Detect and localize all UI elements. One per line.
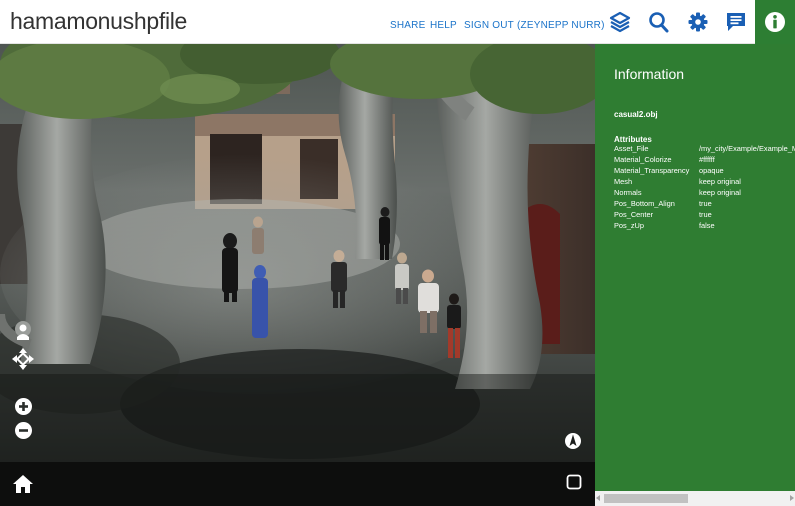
navigate-control[interactable] (11, 319, 35, 348)
attribute-key: Normals (614, 188, 642, 197)
scene-viewport[interactable] (0, 44, 595, 462)
move-control[interactable] (11, 347, 35, 376)
comments-button[interactable] (718, 0, 754, 44)
attribute-key: Material_Transparency (614, 166, 690, 175)
settings-button[interactable] (680, 0, 716, 44)
zoom-in-button[interactable] (14, 397, 33, 421)
navigate-icon (15, 321, 31, 340)
compass-button[interactable] (564, 432, 582, 455)
attribute-value: keep original (699, 177, 741, 186)
attribute-row: Material_Transparency opaque (614, 166, 795, 177)
attribute-value: /my_city/Example/Example_M (699, 144, 795, 153)
sign-out-link[interactable]: SIGN OUT (464, 20, 514, 31)
help-link[interactable]: HELP (430, 20, 457, 31)
gear-icon (688, 12, 708, 32)
attribute-value: true (699, 199, 712, 208)
horizontal-scrollbar[interactable] (595, 491, 795, 506)
zoom-out-button[interactable] (14, 421, 33, 445)
info-icon (765, 12, 785, 32)
person-figure (252, 216, 264, 254)
attribute-key: Asset_File (614, 144, 649, 153)
scene-view (0, 44, 595, 462)
attribute-key: Material_Colorize (614, 155, 672, 164)
scrollbar-thumb[interactable] (604, 494, 688, 503)
home-icon (13, 475, 33, 493)
share-link[interactable]: SHARE (390, 20, 425, 31)
fullscreen-icon (566, 474, 582, 490)
fullscreen-button[interactable] (566, 474, 582, 495)
attribute-value: #ffffff (699, 155, 715, 164)
move-icon (12, 348, 34, 370)
attribute-key: Pos_zUp (614, 221, 644, 230)
asset-name: casual2.obj (614, 110, 658, 119)
attribute-value: keep original (699, 188, 741, 197)
attribute-row: Normals keep original (614, 188, 795, 199)
bottom-toolbar (0, 462, 595, 506)
home-button[interactable] (12, 474, 34, 499)
attribute-value: true (699, 210, 712, 219)
layers-icon (609, 11, 631, 33)
attribute-row: Asset_File /my_city/Example/Example_M (614, 144, 795, 155)
attribute-key: Mesh (614, 177, 633, 186)
information-panel: Information casual2.obj Attributes Asset… (595, 44, 795, 506)
attributes-heading: Attributes (614, 135, 652, 144)
attribute-row: Mesh keep original (614, 177, 795, 188)
attribute-row: Pos_zUp false (614, 221, 795, 232)
app-header: hamamonushpfile SHARE HELP SIGN OUT (ZEY… (0, 0, 795, 44)
compass-icon (565, 433, 581, 449)
attributes-list: Asset_File /my_city/Example/Example_M Ma… (614, 144, 795, 232)
attribute-row: Material_Colorize #ffffff (614, 155, 795, 166)
comment-icon (727, 13, 745, 31)
panel-title: Information (614, 66, 685, 82)
scroll-right-arrow[interactable] (790, 495, 794, 501)
attribute-value: opaque (699, 166, 724, 175)
app-title: hamamonushpfile (10, 8, 188, 34)
scroll-left-arrow[interactable] (596, 495, 600, 501)
search-button[interactable] (641, 0, 677, 44)
attribute-key: Pos_Bottom_Align (614, 199, 675, 208)
layers-button[interactable] (602, 0, 638, 44)
person-figure (222, 233, 238, 302)
attribute-row: Pos_Bottom_Align true (614, 199, 795, 210)
search-icon (649, 12, 669, 33)
attribute-key: Pos_Center (614, 210, 654, 219)
attribute-value: false (699, 221, 715, 230)
zoom-out-icon (15, 422, 32, 439)
attribute-row: Pos_Center true (614, 210, 795, 221)
info-button[interactable] (755, 0, 795, 44)
zoom-in-icon (15, 398, 32, 415)
username-link[interactable]: (ZEYNEPP NURR) (517, 20, 605, 31)
